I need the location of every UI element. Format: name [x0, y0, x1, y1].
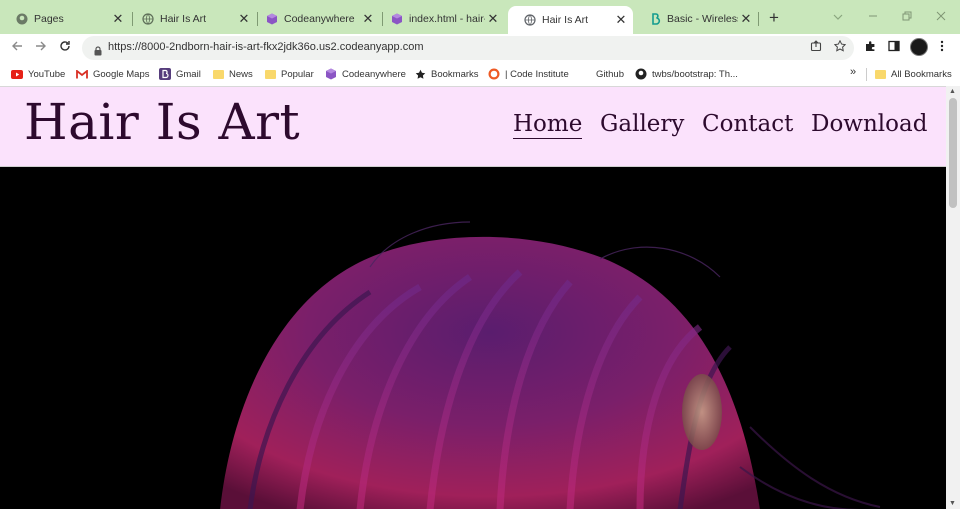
github-icon [635, 68, 647, 80]
page-scrollbar[interactable]: ▲ ▼ [946, 86, 960, 509]
tab-title: Pages [34, 12, 64, 25]
close-tab-icon[interactable]: ✕ [738, 11, 754, 27]
tab-title: Hair Is Art [160, 12, 207, 25]
extensions-puzzle-icon[interactable] [862, 39, 880, 57]
close-tab-icon[interactable]: ✕ [360, 11, 376, 27]
folder-icon [212, 68, 224, 80]
bookmarks-overflow-button[interactable]: » [850, 66, 856, 78]
bookmark-twbs-bootstrap[interactable]: twbs/bootstrap: Th... [635, 66, 738, 82]
site-title[interactable]: Hair Is Art [24, 93, 300, 151]
all-bookmarks-folder[interactable]: All Bookmarks [874, 66, 952, 82]
ring-icon [488, 68, 500, 80]
lock-icon [94, 43, 102, 56]
gmail-icon [76, 68, 88, 80]
site-header: Hair Is Art Home Gallery Contact Downloa… [0, 87, 946, 167]
tab-codeanywhere[interactable]: Codeanywhere ✕ [250, 6, 380, 31]
tab-title: index.html - hair-is [409, 12, 485, 25]
forward-arrow-icon[interactable] [30, 37, 52, 59]
bookmarks-divider [866, 68, 867, 81]
tab-pages[interactable]: Pages ✕ [0, 6, 130, 31]
cube-icon [391, 13, 403, 25]
minimize-icon[interactable] [862, 7, 884, 27]
bookmark-label: Codeanywhere [342, 68, 406, 80]
close-tab-icon[interactable]: ✕ [613, 12, 629, 28]
close-tab-icon[interactable]: ✕ [110, 11, 126, 27]
tab-title: Basic - Wireless [667, 12, 738, 25]
tab-index-html[interactable]: index.html - hair-is ✕ [375, 6, 505, 31]
bookmark-label: Google Maps [93, 68, 150, 80]
bookmark-label: twbs/bootstrap: Th... [652, 68, 738, 80]
bookmark-news[interactable]: News [212, 66, 253, 82]
tab-title: Hair Is Art [542, 14, 589, 26]
cube-icon [266, 13, 278, 25]
address-bar[interactable]: https://8000-2ndborn-hair-is-art-fkx2jdk… [82, 36, 854, 60]
bookmark-label: YouTube [28, 68, 66, 80]
bookmark-gmail[interactable]: Gmail [159, 66, 201, 82]
cube-icon [325, 68, 337, 80]
bookmark-label: Github [596, 68, 624, 80]
hair-photo [0, 167, 946, 509]
profile-avatar[interactable] [910, 38, 928, 56]
folder-icon [264, 68, 276, 80]
bookmark-popular[interactable]: Popular [264, 66, 314, 82]
globe-icon [524, 14, 536, 26]
bookmark-google-maps[interactable]: Google Maps [76, 66, 150, 82]
scroll-down-arrow-icon[interactable]: ▼ [949, 500, 956, 507]
browser-toolbar: https://8000-2ndborn-hair-is-art-fkx2jdk… [0, 34, 960, 62]
bookmark-label: News [229, 68, 253, 80]
scroll-up-arrow-icon[interactable]: ▲ [949, 88, 956, 95]
close-window-icon[interactable] [930, 7, 952, 27]
page-viewport: Hair Is Art Home Gallery Contact Downloa… [0, 86, 946, 509]
reload-icon[interactable] [54, 37, 76, 59]
github-icon [16, 13, 28, 25]
tab-hair-is-art[interactable]: Hair Is Art ✕ [126, 6, 256, 31]
menu-kebab-icon[interactable] [933, 39, 951, 57]
side-panel-icon[interactable] [885, 39, 903, 57]
restore-icon[interactable] [896, 7, 918, 27]
globe-icon [142, 12, 154, 25]
share-icon[interactable] [808, 40, 824, 56]
tab-hair-is-art-active[interactable]: Hair Is Art ✕ [508, 6, 633, 34]
new-tab-button[interactable]: + [764, 8, 784, 28]
back-arrow-icon[interactable] [6, 37, 28, 59]
nav-download[interactable]: Download [811, 111, 927, 137]
nav-home[interactable]: Home [513, 111, 583, 139]
star-icon [414, 68, 426, 80]
url-text: https://8000-2ndborn-hair-is-art-fkx2jdk… [108, 41, 424, 53]
tab-search-chevron-icon[interactable] [830, 10, 846, 26]
tab-basic-wireless[interactable]: Basic - Wireless ✕ [633, 6, 758, 31]
bookmark-label: All Bookmarks [891, 68, 952, 80]
bookmarks-bar: YouTube Google Maps Gmail News Popular C… [0, 62, 960, 86]
nav-contact[interactable]: Contact [702, 111, 793, 137]
tab-strip: Pages ✕ Hair Is Art ✕ Codeanywhere ✕ ind… [0, 0, 960, 34]
bookmark-bookmarks[interactable]: Bookmarks [414, 66, 479, 82]
bookmark-label: | Code Institute [505, 68, 569, 80]
bookmark-label: Bookmarks [431, 68, 479, 80]
bootstrap-icon [649, 12, 661, 25]
bootstrap-b-icon [159, 68, 171, 80]
bookmark-label: Popular [281, 68, 314, 80]
scrollbar-thumb[interactable] [949, 98, 957, 208]
bookmark-youtube[interactable]: YouTube [11, 66, 65, 82]
youtube-icon [11, 68, 23, 80]
nav-gallery[interactable]: Gallery [600, 111, 684, 137]
tab-divider [758, 12, 759, 26]
folder-icon [874, 68, 886, 80]
hero-image [0, 167, 946, 509]
tab-title: Codeanywhere [284, 12, 355, 25]
bookmark-label: Gmail [176, 68, 201, 80]
bookmark-code-institute[interactable]: | Code Institute [488, 66, 569, 82]
bookmark-codeanywhere[interactable]: Codeanywhere [325, 66, 406, 82]
close-tab-icon[interactable]: ✕ [485, 11, 501, 27]
bookmark-star-icon[interactable] [832, 39, 848, 56]
bookmark-github[interactable]: Github [596, 66, 624, 82]
